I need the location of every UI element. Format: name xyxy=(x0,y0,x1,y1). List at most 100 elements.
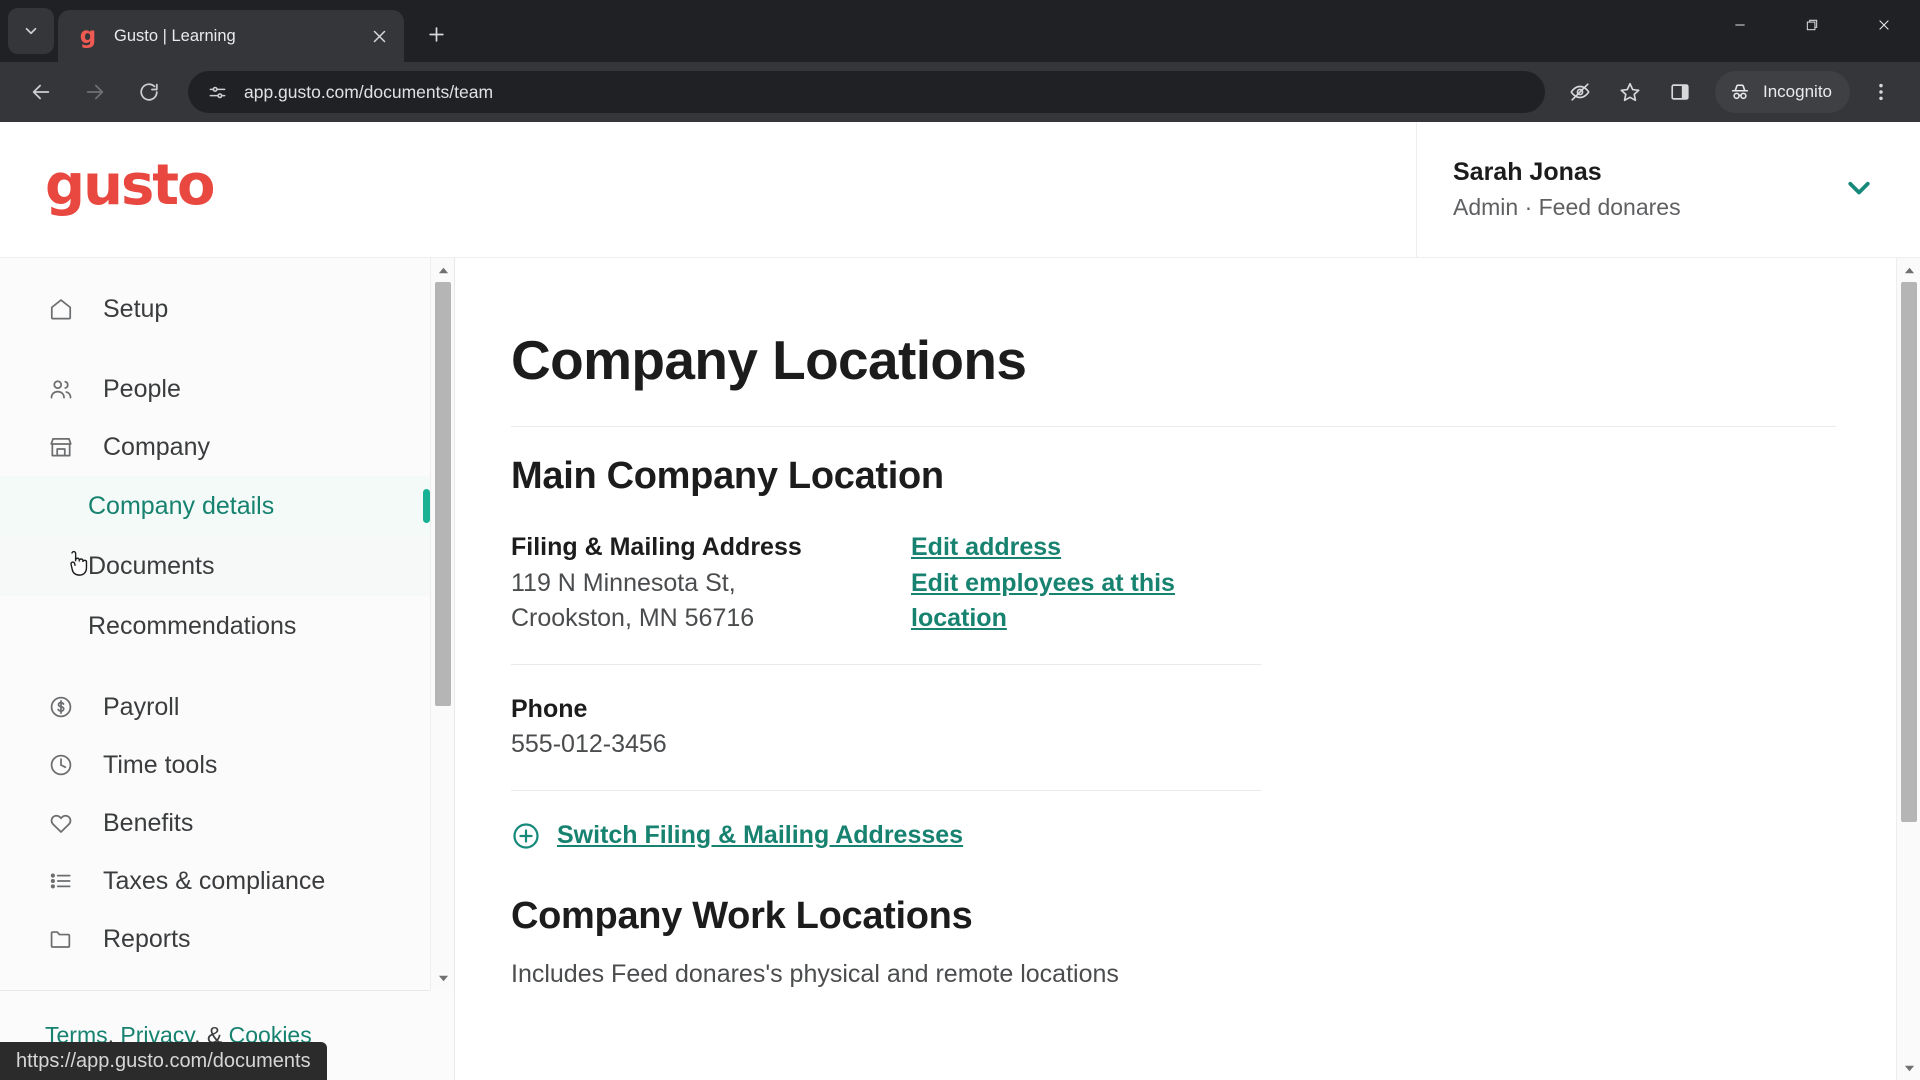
sidebar-item-label: Company details xyxy=(88,491,275,520)
sidebar-item-time-tools[interactable]: Time tools xyxy=(0,736,430,794)
sidebar-scroll-up-button[interactable] xyxy=(431,258,455,282)
sidebar-scrollbar-thumb[interactable] xyxy=(435,282,451,706)
browser-menu-button[interactable] xyxy=(1860,71,1902,113)
minimize-window-button[interactable] xyxy=(1704,0,1776,50)
edit-address-link[interactable]: Edit address xyxy=(911,533,1061,561)
user-account-menu[interactable]: Sarah Jonas Admin · Feed donares xyxy=(1416,122,1920,257)
address-label: Filing & Mailing Address xyxy=(511,533,802,561)
divider xyxy=(511,789,1261,791)
main-location-section-title: Main Company Location xyxy=(511,455,944,497)
sidebar-item-setup[interactable]: Setup xyxy=(0,280,430,338)
user-menu-chevron-button[interactable] xyxy=(1844,172,1874,207)
browser-tab[interactable]: g Gusto | Learning xyxy=(58,10,404,62)
list-icon xyxy=(45,865,77,897)
new-tab-button[interactable] xyxy=(414,12,458,56)
phone-value: 555-012-3456 xyxy=(511,730,667,758)
sidebar-item-label: Benefits xyxy=(103,808,194,837)
browser-tab-strip: g Gusto | Learning xyxy=(0,0,1920,62)
chevron-down-icon xyxy=(25,27,37,35)
sidebar-item-benefits[interactable]: Benefits xyxy=(0,794,430,852)
three-dot-menu-icon xyxy=(1879,83,1883,101)
side-panel-icon xyxy=(1671,84,1689,100)
sidebar-item-company[interactable]: Company xyxy=(0,418,430,476)
close-tab-button[interactable] xyxy=(364,21,394,51)
sidebar: Setup People Company Company details Doc… xyxy=(0,258,455,1080)
sidebar-item-label: Time tools xyxy=(103,750,218,779)
side-panel-button[interactable] xyxy=(1659,71,1701,113)
hidden-indicator-button[interactable] xyxy=(1559,71,1601,113)
sidebar-item-reports[interactable]: Reports xyxy=(0,910,430,968)
page-scrollbar-thumb[interactable] xyxy=(1901,282,1917,822)
address-line-2: Crookston, MN 56716 xyxy=(511,604,755,632)
star-icon xyxy=(1620,82,1640,102)
address-line-1: 119 N Minnesota St, xyxy=(511,568,736,597)
page-scroll-down-button[interactable] xyxy=(1897,1056,1920,1080)
dollar-icon xyxy=(45,691,77,723)
sidebar-item-label: Company xyxy=(103,432,210,461)
sidebar-item-label: Setup xyxy=(103,294,169,323)
browser-toolbar: app.gusto.com/documents/team Incognito xyxy=(0,62,1920,122)
phone-block: Phone 555-012-3456 xyxy=(511,692,1855,763)
sidebar-item-label: Taxes & compliance xyxy=(103,866,326,895)
sidebar-item-payroll[interactable]: Payroll xyxy=(0,678,430,736)
divider xyxy=(511,663,1261,665)
page-scrollbar[interactable] xyxy=(1896,258,1920,1080)
close-window-button[interactable] xyxy=(1848,0,1920,50)
sidebar-item-taxes-compliance[interactable]: Taxes & compliance xyxy=(0,852,430,910)
close-icon xyxy=(1879,20,1889,30)
sidebar-item-documents[interactable]: Documents xyxy=(0,536,430,596)
address-details: Filing & Mailing Address 119 N Minnesota… xyxy=(511,530,911,637)
heart-icon xyxy=(45,807,77,839)
phone-label: Phone xyxy=(511,694,588,723)
incognito-label: Incognito xyxy=(1763,82,1832,101)
restore-icon xyxy=(1806,19,1818,31)
edit-employees-at-location-link[interactable]: Edit employees at this location xyxy=(911,569,1175,633)
sidebar-item-company-details[interactable]: Company details xyxy=(0,476,430,536)
sidebar-item-label: People xyxy=(103,374,181,403)
switch-addresses-row[interactable]: Switch Filing & Mailing Addresses xyxy=(511,821,1855,851)
tab-list-button[interactable] xyxy=(8,8,54,54)
page-viewport: gusto Sarah Jonas Admin · Feed donares S… xyxy=(0,122,1920,1080)
sidebar-item-label: Payroll xyxy=(103,692,180,721)
caret-up-icon xyxy=(1904,267,1914,273)
address-actions: Edit address Edit employees at this loca… xyxy=(911,530,1251,637)
page-scroll-up-button[interactable] xyxy=(1897,258,1920,282)
reload-button[interactable] xyxy=(128,71,170,113)
sidebar-scrollbar[interactable] xyxy=(430,258,454,990)
app-header: gusto Sarah Jonas Admin · Feed donares xyxy=(0,122,1920,258)
main-content: Company Locations Main Company Location … xyxy=(455,258,1896,1080)
caret-down-icon xyxy=(438,975,448,981)
sidebar-item-people[interactable]: People xyxy=(0,360,430,418)
divider xyxy=(511,426,1836,427)
eye-slash-icon xyxy=(1570,83,1590,101)
arrow-left-icon xyxy=(32,84,50,100)
incognito-indicator[interactable]: Incognito xyxy=(1715,71,1850,113)
window-controls xyxy=(1704,0,1920,50)
site-settings-button[interactable] xyxy=(204,79,230,105)
work-locations-subtitle: Includes Feed donares's physical and rem… xyxy=(511,959,1119,988)
tab-title: Gusto | Learning xyxy=(114,26,236,45)
sidebar-scroll-down-button[interactable] xyxy=(431,966,455,990)
status-bar: https://app.gusto.com/documents xyxy=(0,1042,327,1080)
active-indicator xyxy=(423,489,430,523)
maximize-window-button[interactable] xyxy=(1776,0,1848,50)
page-title: Company Locations xyxy=(511,329,1027,391)
bookmark-button[interactable] xyxy=(1609,71,1651,113)
user-role: Admin · Feed donares xyxy=(1453,193,1681,220)
content-scroll-area: Company Locations Main Company Location … xyxy=(455,258,1855,989)
sidebar-item-label: Recommendations xyxy=(88,611,297,640)
incognito-hat-icon xyxy=(1731,84,1749,100)
gusto-favicon: g xyxy=(79,22,97,49)
switch-addresses-link[interactable]: Switch Filing & Mailing Addresses xyxy=(557,821,963,850)
minimize-icon xyxy=(1735,24,1745,26)
sidebar-item-label: Documents xyxy=(88,551,215,580)
chevron-down-icon xyxy=(1848,181,1870,194)
forward-button[interactable] xyxy=(74,71,116,113)
sidebar-item-recommendations[interactable]: Recommendations xyxy=(0,596,430,656)
sidebar-item-label: Reports xyxy=(103,924,191,953)
address-bar[interactable]: app.gusto.com/documents/team xyxy=(188,71,1545,113)
folder-icon xyxy=(45,923,77,955)
caret-up-icon xyxy=(438,267,448,273)
back-button[interactable] xyxy=(20,71,62,113)
gusto-logo[interactable]: gusto xyxy=(45,158,216,214)
